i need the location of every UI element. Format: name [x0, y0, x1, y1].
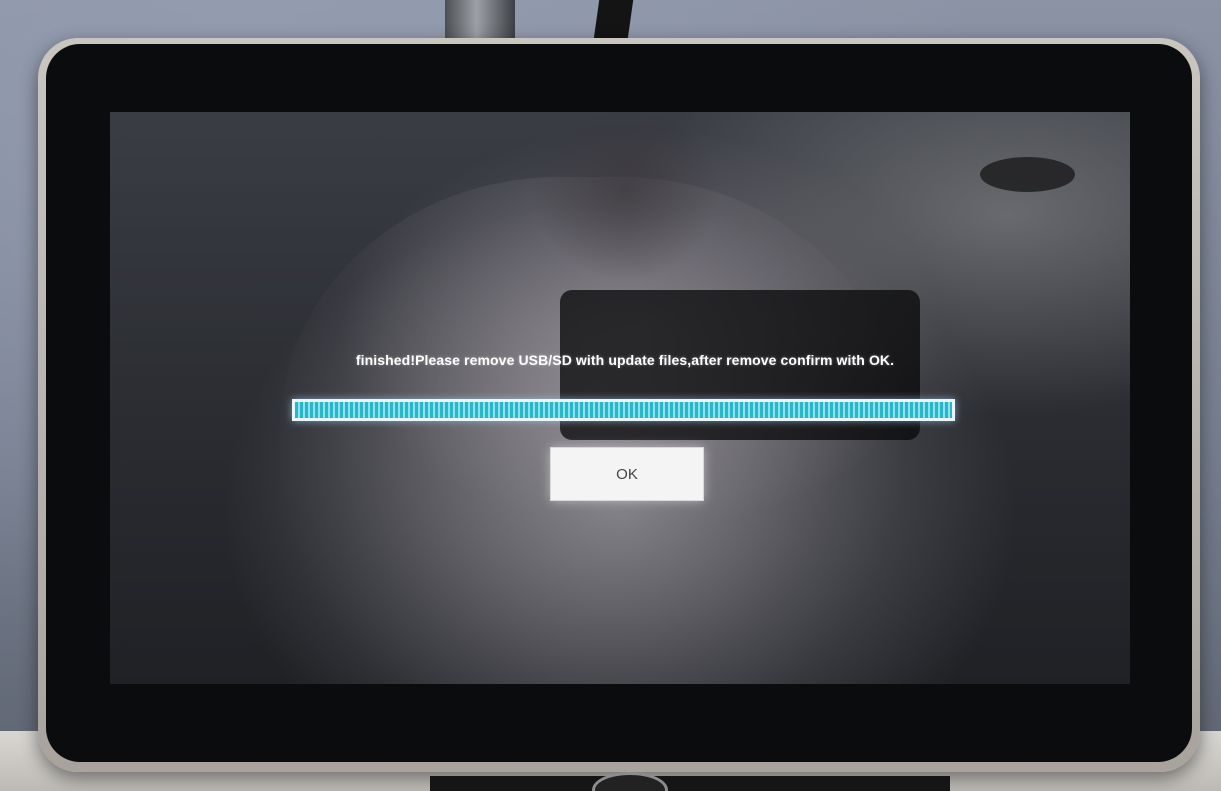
screen-reflection-lamp	[980, 157, 1075, 192]
ok-button[interactable]: OK	[550, 447, 704, 501]
update-finished-message: finished!Please remove USB/SD with updat…	[355, 352, 895, 368]
device-screen: finished!Please remove USB/SD with updat…	[110, 112, 1130, 684]
screen-reflection-head	[530, 112, 720, 282]
progress-fill	[295, 402, 952, 418]
update-progress-bar	[292, 399, 955, 421]
device-bottom-controls	[430, 776, 950, 791]
